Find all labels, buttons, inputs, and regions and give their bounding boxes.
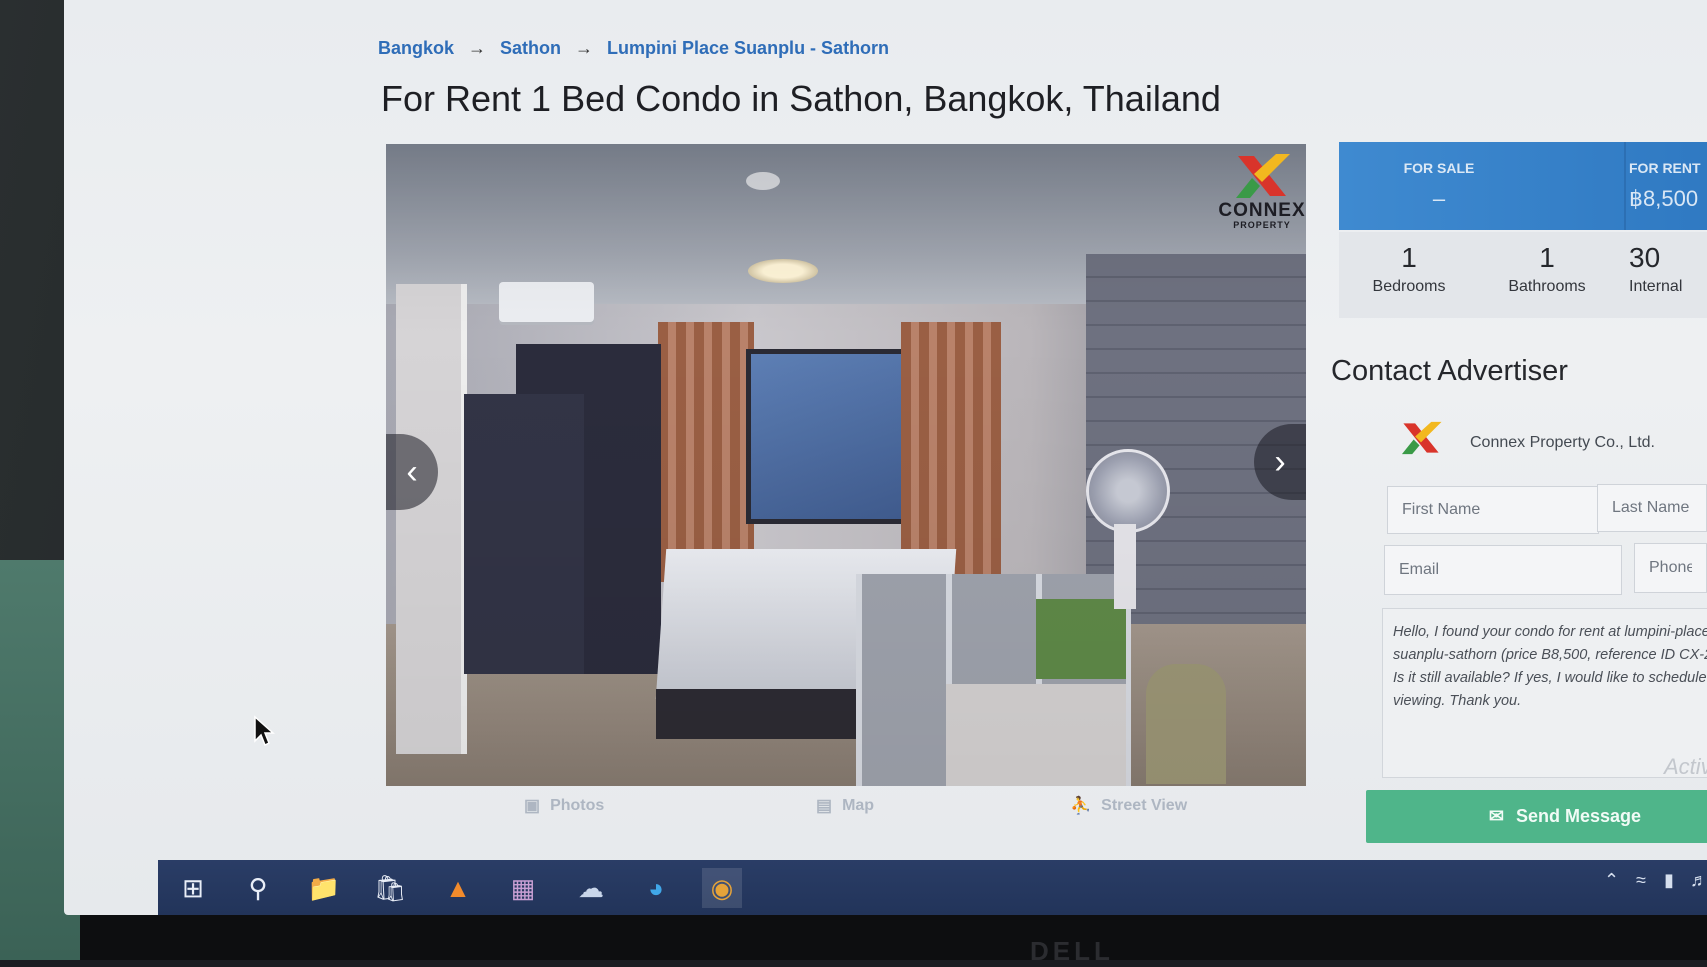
tab-street-view[interactable]: ⛹ Street View (1070, 796, 1187, 816)
activate-windows-watermark: Activate (1664, 754, 1707, 779)
camera-icon: ▣ (524, 796, 541, 815)
tab-photos-label: Photos (550, 797, 605, 814)
wifi-icon[interactable]: ≈ (1636, 870, 1646, 891)
chrome-icon[interactable]: ◉ (702, 868, 742, 908)
sale-value: – (1432, 186, 1446, 211)
pegman-icon: ⛹ (1070, 796, 1092, 815)
rent-label: FOR RENT (1629, 160, 1701, 176)
chevron-left-icon: ‹ (406, 452, 418, 491)
media-tabs: ▣ Photos ▤ Map ⛹ Street View (64, 796, 1304, 826)
tab-street-view-label: Street View (1101, 797, 1188, 814)
bathrooms-value: 1 (1539, 242, 1555, 273)
tab-map-label: Map (842, 797, 875, 814)
vlc-icon[interactable]: ▲ (438, 868, 478, 908)
breadcrumb-arrow-icon: → (468, 38, 487, 58)
price-band: FOR SALE – FOR RENT ฿8,500 (1339, 142, 1707, 230)
last-name-field[interactable] (1597, 484, 1707, 532)
stat-internal: 30 Internal (1629, 242, 1707, 296)
sale-label: FOR SALE (1403, 160, 1475, 176)
tab-map[interactable]: ▤ Map (816, 796, 874, 816)
breadcrumb-link-sathon[interactable]: Sathon (500, 38, 561, 59)
price-rent: FOR RENT ฿8,500 (1629, 142, 1707, 230)
cloud-app-icon[interactable]: ☁ (571, 868, 611, 908)
rent-value: ฿8,500 (1629, 186, 1699, 211)
breadcrumb-arrow-icon: → (575, 38, 594, 58)
contact-title: Contact Advertiser (1331, 355, 1568, 387)
envelope-icon: ✉ (1488, 806, 1505, 826)
tab-photos[interactable]: ▣ Photos (524, 796, 604, 816)
monitor-bezel (80, 915, 1707, 960)
winrar-icon[interactable]: ▦ (503, 868, 543, 908)
tray-chevron-up-icon[interactable]: ⌃ (1604, 870, 1619, 891)
price-divider (1624, 142, 1626, 230)
chevron-right-icon: › (1274, 442, 1286, 481)
bathrooms-label: Bathrooms (1508, 278, 1586, 295)
battery-icon[interactable]: ▮ (1664, 870, 1674, 891)
connex-watermark-logo: CONNEX PROPERTY (1212, 152, 1306, 230)
edge-icon[interactable]: ◕ (636, 868, 676, 908)
bedrooms-label: Bedrooms (1372, 278, 1446, 295)
store-icon[interactable]: 🛍 (370, 868, 410, 908)
watermark-brand: CONNEX (1218, 200, 1306, 221)
dell-logo: DELL (1030, 936, 1114, 966)
search-icon[interactable]: ⚲ (238, 868, 278, 908)
internal-value: 30 (1629, 242, 1661, 273)
windows-start-icon[interactable]: ⊞ (173, 868, 213, 908)
file-explorer-icon[interactable]: 📁 (304, 868, 344, 908)
browser-screen: Bangkok → Sathon → Lumpini Place Suanplu… (64, 0, 1707, 915)
advertiser-name: Connex Property Co., Ltd. (1470, 434, 1655, 451)
breadcrumb: Bangkok → Sathon → Lumpini Place Suanplu… (378, 38, 889, 59)
advertiser-logo-icon (1401, 421, 1442, 455)
property-stats: 1 Bedrooms 1 Bathrooms 30 Internal (1339, 232, 1707, 318)
message-textarea[interactable]: Hello, I found your condo for rent at lu… (1382, 608, 1707, 778)
internal-label: Internal (1629, 278, 1683, 295)
page-title: For Rent 1 Bed Condo in Sathon, Bangkok,… (381, 78, 1221, 119)
phone-field[interactable] (1634, 543, 1707, 593)
mouse-cursor-icon (254, 715, 275, 747)
first-name-field[interactable] (1387, 486, 1599, 534)
send-message-label: Send Message (1516, 806, 1642, 826)
bedrooms-value: 1 (1401, 242, 1417, 273)
email-field[interactable] (1384, 545, 1622, 595)
stat-bathrooms: 1 Bathrooms (1497, 242, 1597, 296)
connex-x-icon (1236, 154, 1290, 198)
stat-bedrooms: 1 Bedrooms (1359, 242, 1459, 296)
volume-icon[interactable]: ♬ (1690, 870, 1707, 891)
send-message-button[interactable]: ✉ Send Message (1366, 790, 1707, 843)
photo-shading (386, 144, 1306, 786)
photo-gallery[interactable]: CONNEX PROPERTY ‹ › (386, 144, 1306, 786)
breadcrumb-link-bangkok[interactable]: Bangkok (378, 38, 454, 59)
breadcrumb-link-project[interactable]: Lumpini Place Suanplu - Sathorn (607, 38, 889, 59)
price-sale: FOR SALE – (1339, 142, 1539, 230)
map-icon: ▤ (816, 796, 833, 815)
